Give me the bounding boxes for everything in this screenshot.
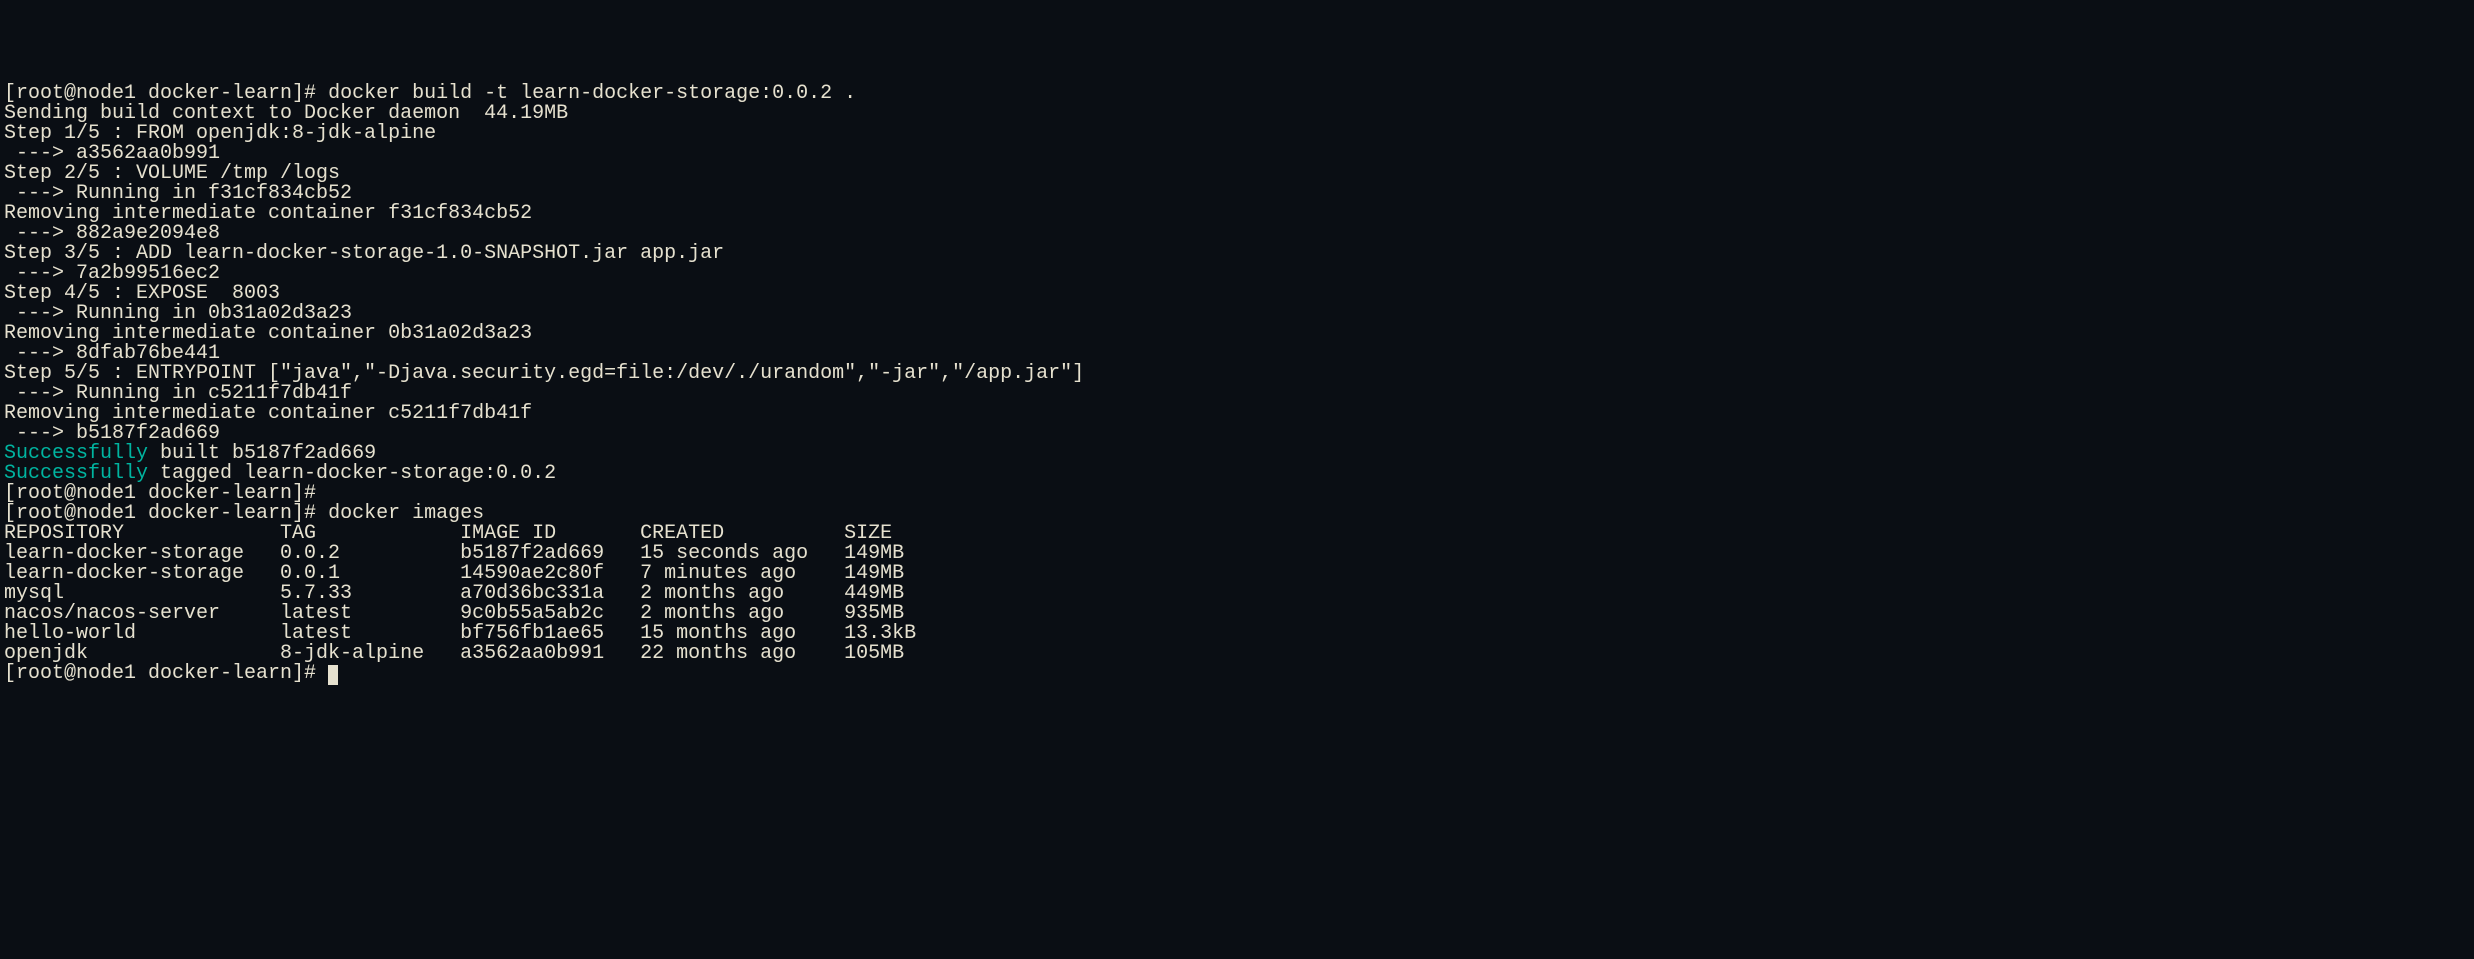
cursor-icon	[328, 665, 338, 685]
build-output-line: Step 4/5 : EXPOSE 8003	[4, 284, 2470, 304]
images-data-row: openjdk 8-jdk-alpine a3562aa0b991 22 mon…	[4, 644, 2470, 664]
images-data-row: hello-world latest bf756fb1ae65 15 month…	[4, 624, 2470, 644]
build-output-line: ---> Running in 0b31a02d3a23	[4, 304, 2470, 324]
build-output-line: Step 5/5 : ENTRYPOINT ["java","-Djava.se…	[4, 364, 2470, 384]
build-output-line: ---> a3562aa0b991	[4, 144, 2470, 164]
build-output-line: ---> b5187f2ad669	[4, 424, 2470, 444]
build-output-line: ---> 7a2b99516ec2	[4, 264, 2470, 284]
success-line-2: Successfully tagged learn-docker-storage…	[4, 464, 2470, 484]
build-output-line: ---> 8dfab76be441	[4, 344, 2470, 364]
prompt-line-empty: [root@node1 docker-learn]#	[4, 484, 2470, 504]
prompt: [root@node1 docker-learn]#	[4, 662, 328, 685]
build-output-line: Removing intermediate container f31cf834…	[4, 204, 2470, 224]
build-output-line: Step 2/5 : VOLUME /tmp /logs	[4, 164, 2470, 184]
command-line-2: [root@node1 docker-learn]# docker images	[4, 504, 2470, 524]
build-output-line: ---> 882a9e2094e8	[4, 224, 2470, 244]
images-data-row: learn-docker-storage 0.0.1 14590ae2c80f …	[4, 564, 2470, 584]
images-data-row: mysql 5.7.33 a70d36bc331a 2 months ago 4…	[4, 584, 2470, 604]
build-output-line: Sending build context to Docker daemon 4…	[4, 104, 2470, 124]
prompt-line-cursor[interactable]: [root@node1 docker-learn]#	[4, 664, 2470, 685]
images-data-row: nacos/nacos-server latest 9c0b55a5ab2c 2…	[4, 604, 2470, 624]
build-output-line: Removing intermediate container 0b31a02d…	[4, 324, 2470, 344]
success-line-1: Successfully built b5187f2ad669	[4, 444, 2470, 464]
build-output-line: ---> Running in c5211f7db41f	[4, 384, 2470, 404]
terminal[interactable]: [root@node1 docker-learn]# docker build …	[4, 84, 2470, 685]
images-header-row: REPOSITORY TAG IMAGE ID CREATED SIZE	[4, 524, 2470, 544]
command-line-1: [root@node1 docker-learn]# docker build …	[4, 84, 2470, 104]
build-output-line: ---> Running in f31cf834cb52	[4, 184, 2470, 204]
build-output-line: Removing intermediate container c5211f7d…	[4, 404, 2470, 424]
build-output-line: Step 3/5 : ADD learn-docker-storage-1.0-…	[4, 244, 2470, 264]
images-data-row: learn-docker-storage 0.0.2 b5187f2ad669 …	[4, 544, 2470, 564]
build-output-line: Step 1/5 : FROM openjdk:8-jdk-alpine	[4, 124, 2470, 144]
